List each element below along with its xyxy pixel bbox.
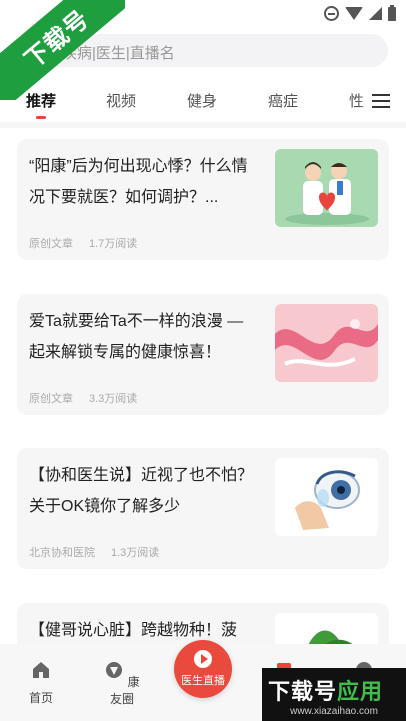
article-card[interactable]: 【协和医生说】近视了也不怕？关于OK镜你了解多少 北京协和医院 1.3万阅读	[17, 448, 389, 569]
article-title: 【健哥说心脏】跨越物种！菠	[29, 622, 238, 639]
tab-fitness[interactable]: 健身	[187, 90, 217, 111]
article-meta: 原创文章 3.3万阅读	[29, 390, 137, 406]
article-card[interactable]: “阳康”后为何出现心悸？什么情况下要就医？如何调护？... 原创文章 1.7万阅读	[17, 139, 389, 260]
do-not-disturb-icon	[324, 6, 339, 21]
article-reads: 1.3万阅读	[111, 547, 160, 559]
article-source: 原创文章	[29, 393, 73, 405]
active-tab-indicator	[36, 116, 46, 119]
article-title: 爱Ta就要给Ta不一样的浪漫 —起来解锁专属的健康惊喜！	[29, 313, 244, 361]
article-meta: 北京协和医院 1.3万阅读	[29, 544, 159, 560]
nav-community[interactable]: 康友圈	[100, 660, 144, 707]
article-reads: 1.7万阅读	[89, 238, 138, 250]
wifi-icon	[345, 7, 363, 20]
eye-lens-thumbnail	[275, 458, 378, 536]
tab-sex[interactable]: 性	[349, 90, 364, 111]
watermark-brand: 下载号	[268, 679, 338, 704]
article-title: 【协和医生说】近视了也不怕？关于OK镜你了解多少	[29, 467, 254, 515]
doctor-live-button[interactable]: 医生直播	[174, 640, 232, 698]
tab-cancer[interactable]: 癌症	[268, 90, 298, 111]
watermark-brand-accent: 应用	[337, 679, 384, 704]
nav-home[interactable]: 首页	[26, 660, 56, 706]
watermark-corner: 下载号	[0, 0, 125, 100]
doctors-thumbnail	[275, 149, 378, 227]
watermark-url: www.xiazaihao.com	[290, 706, 378, 717]
article-source: 北京协和医院	[29, 547, 95, 559]
article-card[interactable]: 爱Ta就要给Ta不一样的浪漫 —起来解锁专属的健康惊喜！ 原创文章 3.3万阅读	[17, 294, 389, 415]
play-icon	[194, 650, 212, 668]
watermark-banner: 下载号应用 www.xiazaihao.com	[262, 668, 406, 721]
ribbon-thumbnail	[275, 304, 378, 382]
article-meta: 原创文章 1.7万阅读	[29, 235, 137, 251]
home-icon	[33, 662, 49, 678]
article-reads: 3.3万阅读	[89, 393, 138, 405]
battery-icon	[388, 4, 396, 21]
doctor-live-label: 医生直播	[181, 675, 225, 687]
signal-icon	[369, 7, 382, 20]
article-title: “阳康”后为何出现心悸？什么情况下要就医？如何调护？...	[29, 158, 248, 206]
menu-icon[interactable]	[372, 94, 390, 108]
nav-home-label: 首页	[28, 691, 53, 705]
divider	[0, 122, 406, 128]
article-source: 原创文章	[29, 238, 73, 250]
community-icon	[106, 662, 123, 678]
